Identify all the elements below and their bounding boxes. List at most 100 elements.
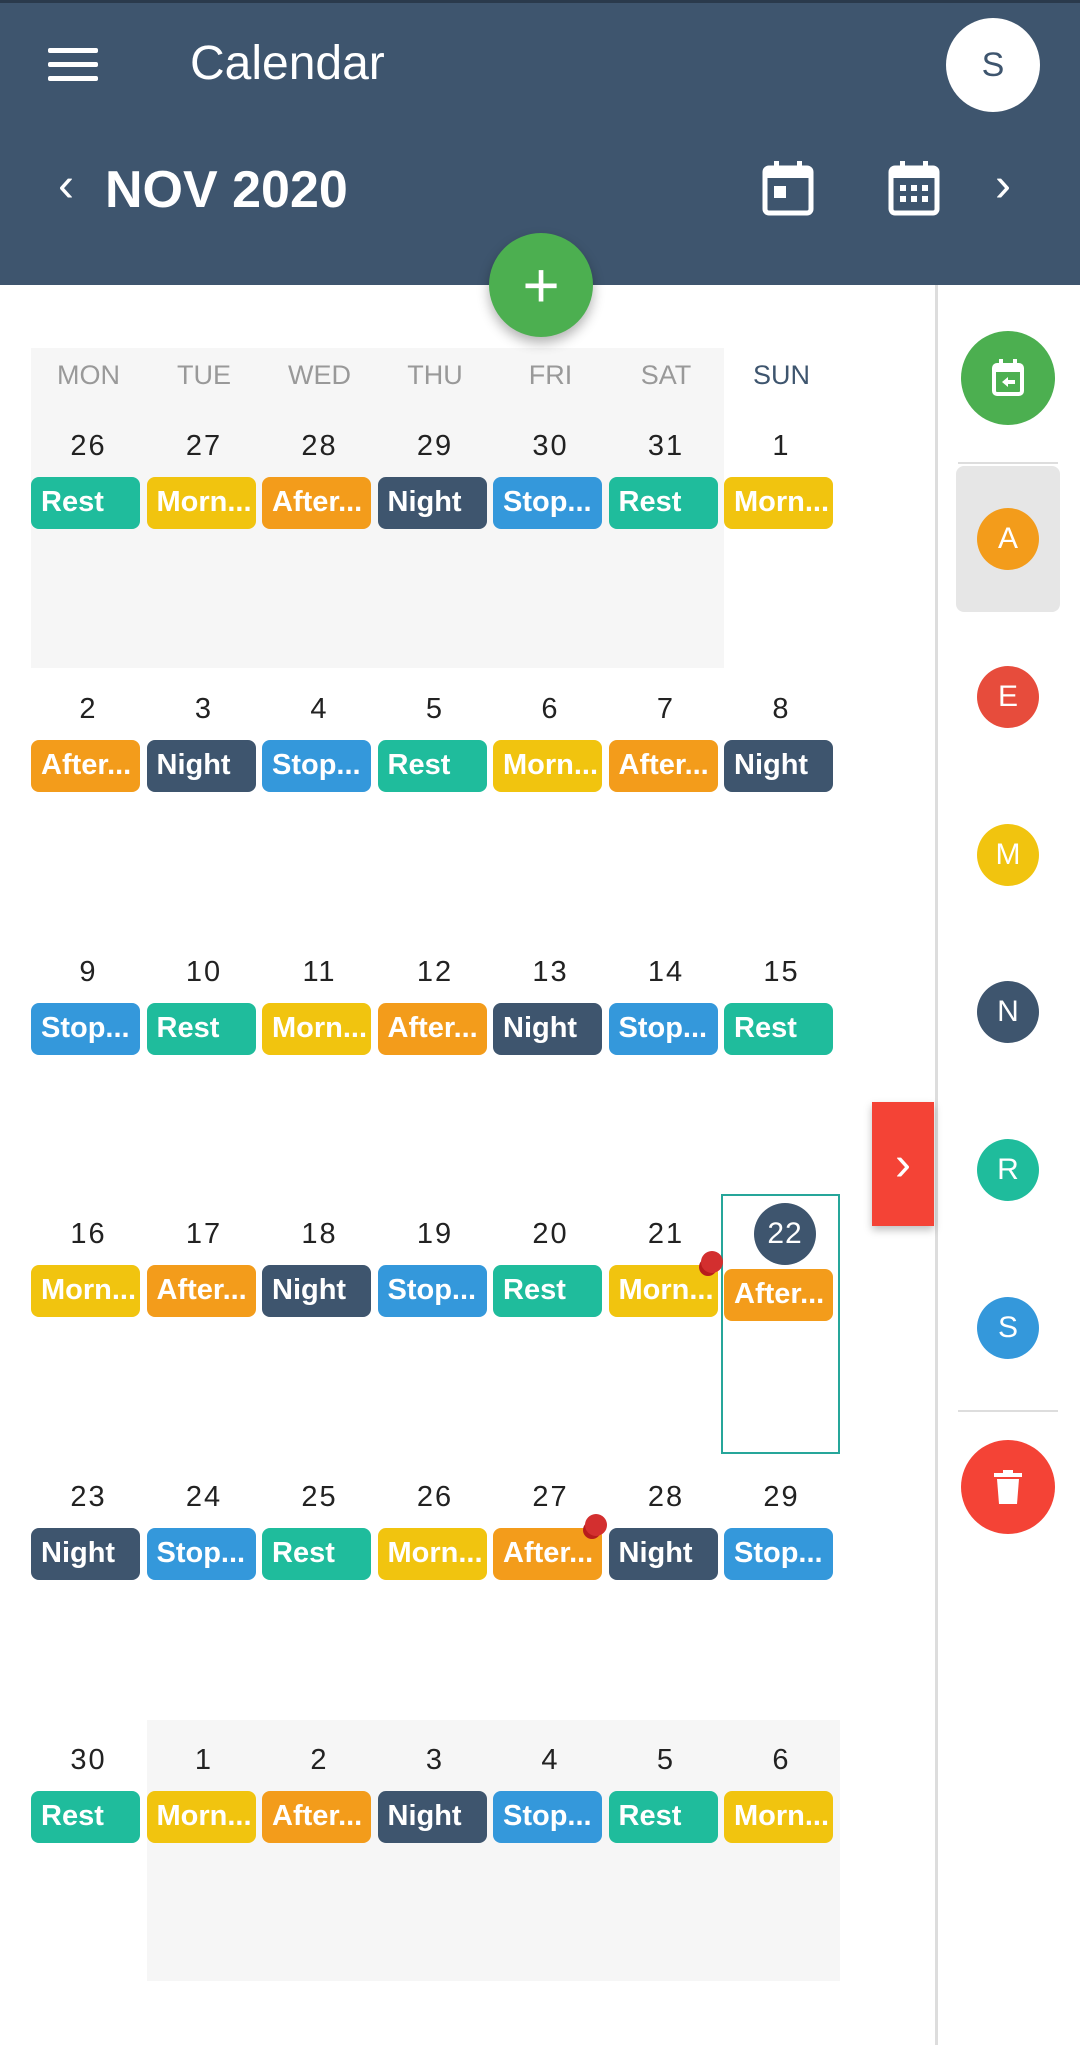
calendar-import-icon[interactable]: [961, 331, 1055, 425]
today-day-number[interactable]: 22: [754, 1203, 816, 1266]
shift-chip[interactable]: Rest: [262, 1528, 371, 1581]
shift-chip[interactable]: Night: [493, 1002, 602, 1055]
day-number: 4: [310, 692, 329, 725]
delete-icon[interactable]: [961, 1440, 1055, 1534]
shift-chip[interactable]: Stop...: [262, 739, 371, 792]
shift-chip[interactable]: Rest: [377, 739, 487, 792]
shift-chip[interactable]: Rest: [146, 1002, 256, 1055]
weekday-label: THU: [407, 360, 463, 390]
shift-chip[interactable]: Rest: [608, 1791, 718, 1843]
shift-chip[interactable]: After...: [493, 1528, 602, 1581]
day-number: 31: [647, 430, 685, 462]
calendar-month-icon[interactable]: [888, 160, 940, 216]
calendar-day-icon[interactable]: [762, 160, 814, 216]
shift-chip[interactable]: Night: [377, 477, 487, 529]
user-avatar-a[interactable]: A: [977, 508, 1039, 570]
day-number: 30: [70, 1744, 107, 1776]
shift-chip[interactable]: Stop...: [493, 477, 602, 529]
day-number: 8: [772, 692, 791, 725]
shift-chip[interactable]: Night: [608, 1528, 718, 1581]
weekday-label: TUE: [177, 360, 231, 390]
shift-chip[interactable]: Stop...: [608, 1002, 718, 1055]
shift-chip[interactable]: Night: [31, 1528, 140, 1581]
day-number: 14: [647, 955, 685, 988]
menu-icon[interactable]: [48, 48, 98, 84]
day-number: 30: [532, 430, 569, 462]
add-shift-button[interactable]: +: [489, 233, 593, 337]
shift-chip[interactable]: Rest: [31, 1791, 140, 1843]
shift-chip[interactable]: Stop...: [146, 1528, 256, 1581]
shift-chip[interactable]: Stop...: [493, 1791, 602, 1843]
shift-chip[interactable]: Morn...: [608, 1265, 718, 1318]
user-avatar[interactable]: S: [946, 18, 1040, 112]
shift-chip[interactable]: After...: [262, 1791, 371, 1843]
shift-chip[interactable]: Morn...: [262, 1002, 371, 1055]
day-number: 27: [532, 1481, 569, 1514]
page-title: Calendar: [190, 37, 385, 90]
day-number: 20: [532, 1218, 569, 1251]
day-number: 2: [310, 1744, 329, 1776]
shift-chip[interactable]: After...: [146, 1265, 256, 1318]
shift-chip[interactable]: Morn...: [31, 1265, 140, 1318]
user-avatar-r[interactable]: R: [977, 1139, 1039, 1202]
shift-chip[interactable]: Night: [724, 739, 833, 792]
day-number: 26: [70, 430, 107, 462]
day-number: 13: [532, 955, 569, 988]
shift-chip[interactable]: Rest: [31, 477, 140, 529]
day-number: 25: [301, 1481, 338, 1514]
pin-icon: [700, 1251, 723, 1274]
shift-chip[interactable]: Morn...: [493, 739, 602, 792]
weekday-label: WED: [288, 360, 351, 390]
day-number: 11: [302, 955, 337, 988]
day-number: 1: [194, 1744, 214, 1776]
chevron-left-icon[interactable]: ‹: [58, 158, 74, 213]
shift-chip[interactable]: Rest: [608, 477, 718, 529]
day-number: 3: [425, 1744, 445, 1776]
user-avatar-m[interactable]: M: [977, 823, 1039, 886]
shift-chip[interactable]: Morn...: [146, 1791, 256, 1843]
day-number: 6: [772, 1744, 791, 1776]
day-number: 17: [185, 1218, 223, 1251]
day-number: 26: [416, 1481, 454, 1514]
day-number: 2: [79, 692, 98, 725]
shift-chip[interactable]: Morn...: [377, 1528, 487, 1581]
shift-chip[interactable]: Stop...: [377, 1265, 487, 1318]
day-number: 21: [647, 1218, 685, 1251]
shift-chip[interactable]: After...: [724, 1269, 833, 1322]
user-avatar-s[interactable]: S: [977, 1297, 1039, 1359]
day-number: 5: [425, 692, 445, 725]
shift-chip[interactable]: After...: [377, 1002, 487, 1055]
day-number: 28: [647, 1481, 685, 1514]
day-number: 27: [185, 430, 223, 462]
user-avatar-e[interactable]: E: [977, 665, 1039, 728]
day-number: 16: [70, 1218, 107, 1251]
shift-chip[interactable]: Rest: [493, 1265, 602, 1318]
day-number: 6: [541, 692, 560, 725]
day-number: 3: [194, 692, 214, 725]
user-avatar-n[interactable]: N: [977, 981, 1039, 1044]
day-number: 12: [416, 955, 454, 988]
day-number: 28: [301, 430, 338, 462]
shift-chip[interactable]: Morn...: [146, 477, 256, 529]
shift-chip[interactable]: After...: [608, 739, 718, 792]
weekday-label: MON: [57, 360, 120, 390]
shift-chip[interactable]: Night: [377, 1791, 487, 1843]
shift-chip[interactable]: Night: [262, 1265, 371, 1318]
shift-chip[interactable]: After...: [31, 739, 140, 792]
shift-chip[interactable]: After...: [262, 477, 371, 529]
shift-chip[interactable]: Morn...: [724, 477, 833, 529]
shift-chip[interactable]: Stop...: [31, 1002, 140, 1055]
day-number: 7: [656, 692, 676, 725]
day-number: 15: [763, 955, 800, 988]
day-number: 19: [416, 1218, 454, 1251]
expand-panel-button[interactable]: ›: [872, 1102, 934, 1226]
shift-chip[interactable]: Rest: [724, 1002, 833, 1055]
shift-chip[interactable]: Stop...: [724, 1528, 833, 1581]
chevron-right-icon[interactable]: ›: [995, 158, 1011, 213]
shift-chip[interactable]: Night: [146, 739, 256, 792]
day-number: 24: [185, 1481, 223, 1514]
month-label: NOV 2020: [105, 161, 348, 219]
day-number: 23: [70, 1481, 107, 1514]
day-number: 5: [656, 1744, 676, 1776]
shift-chip[interactable]: Morn...: [724, 1791, 833, 1843]
